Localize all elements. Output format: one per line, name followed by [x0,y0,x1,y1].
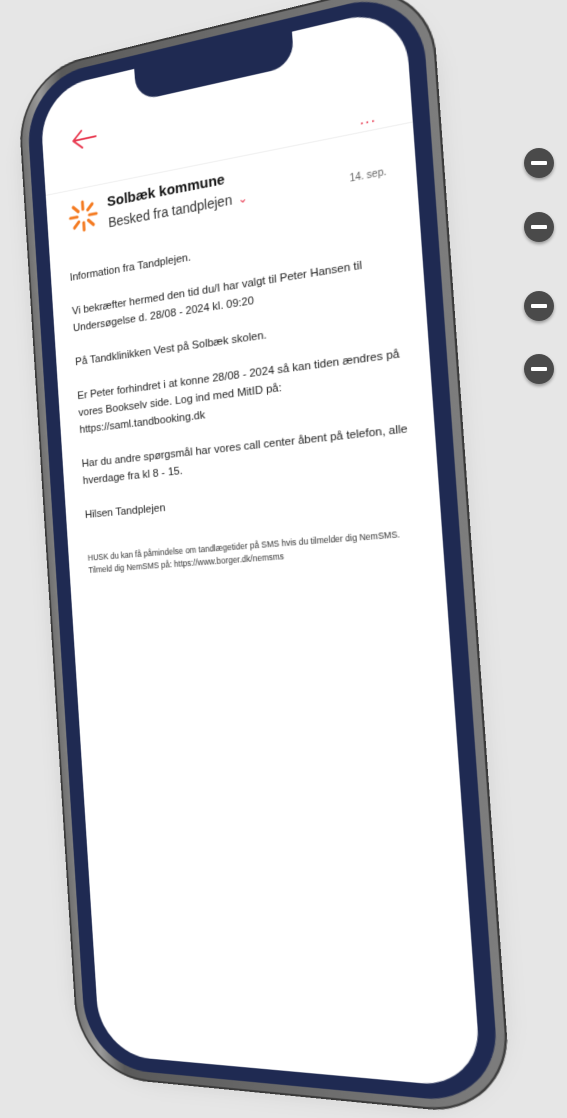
stage: ... [0,0,567,1106]
minus-button-4[interactable] [524,354,554,384]
minus-button-1[interactable] [524,148,554,178]
message-body: Information fra Tandplejen. Vi bekræfter… [69,212,424,576]
chevron-down-icon[interactable]: ⌄ [237,191,248,207]
header-divider [46,121,413,195]
phone-mockup: ... [25,20,465,1090]
more-horizontal-icon[interactable]: ... [359,108,377,130]
phone-screen: ... [39,5,482,1089]
minus-button-2[interactable] [524,212,554,242]
kommune-logo-icon [67,196,100,236]
minus-button-3[interactable] [524,291,554,321]
footer-note: HUSK du kan få påmindelse om tandlægetid… [87,526,424,577]
arrow-left-icon[interactable] [71,125,98,153]
message-date: 14. sep. [349,167,387,185]
phone: ... [16,0,513,1118]
